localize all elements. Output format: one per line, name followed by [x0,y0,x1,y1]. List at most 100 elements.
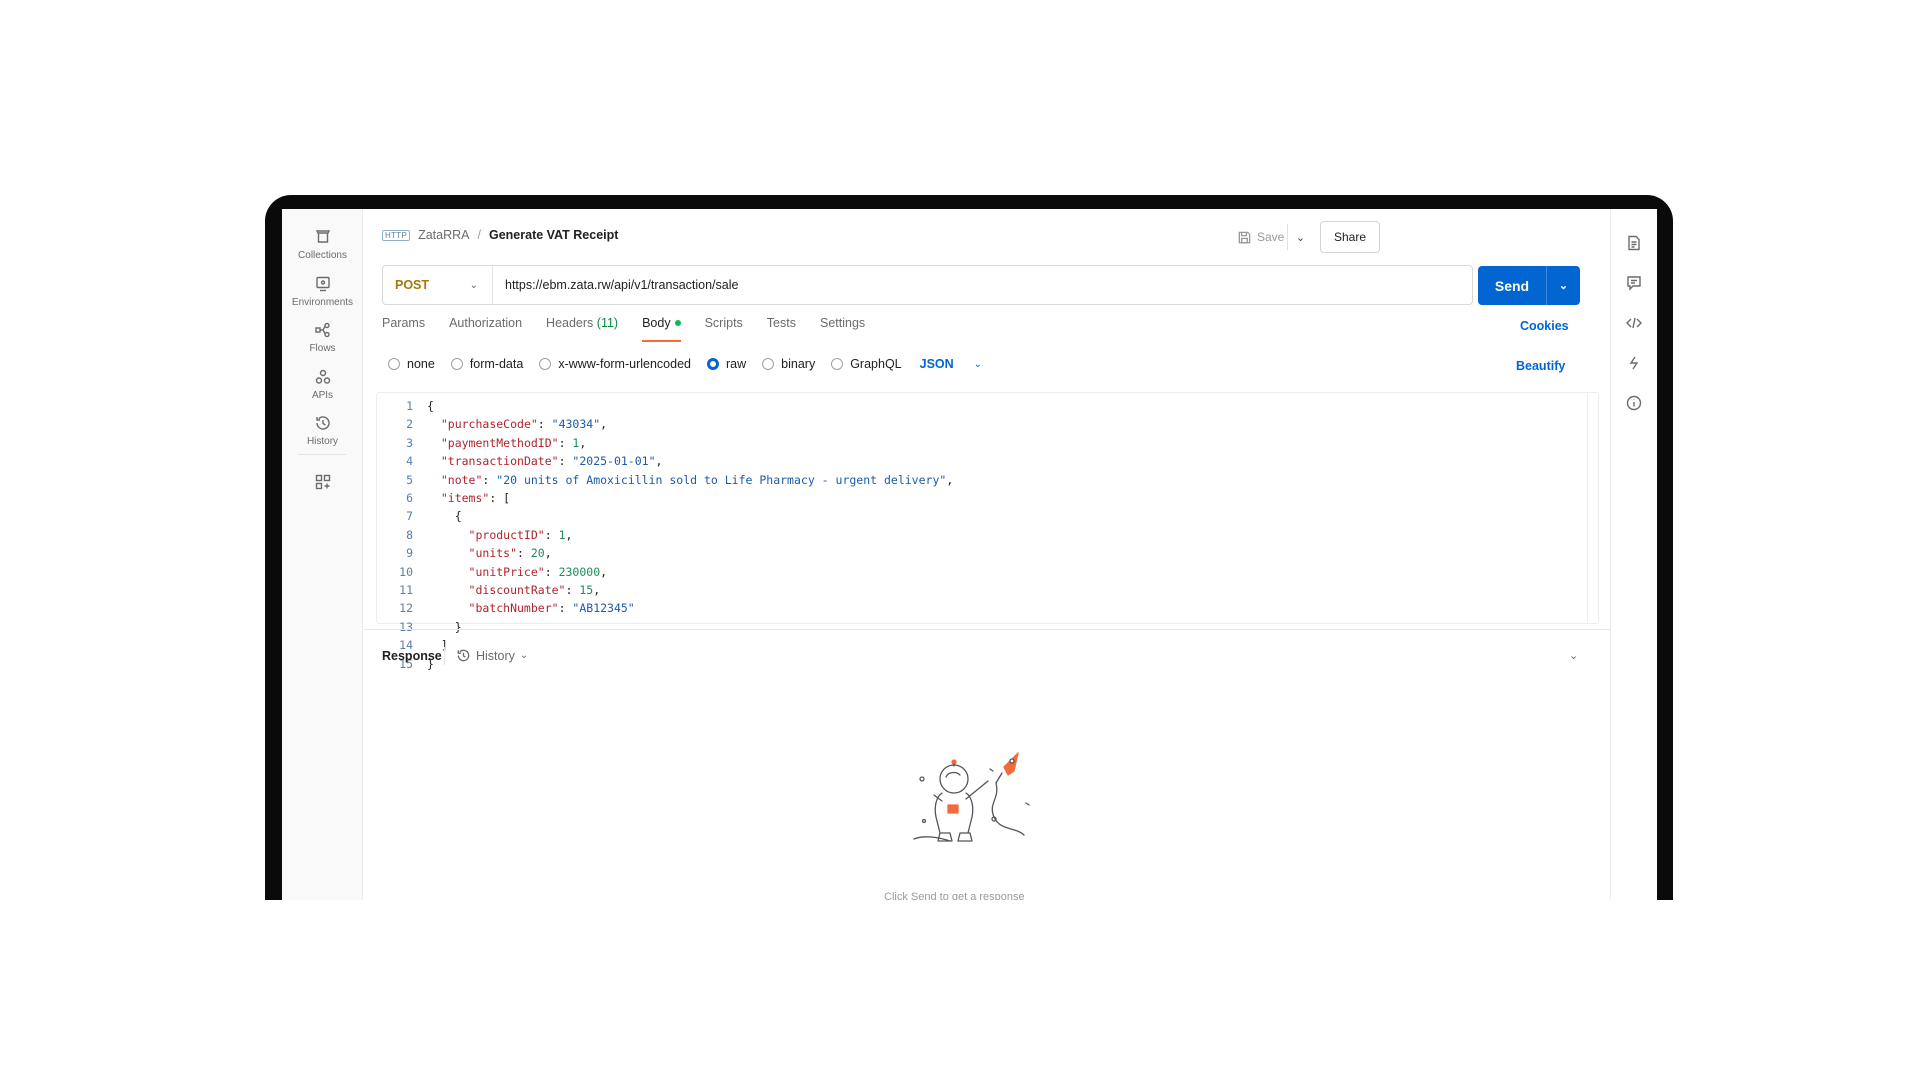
comments-icon[interactable] [1625,274,1643,292]
response-title: Response [382,649,442,663]
body-type-binary[interactable]: binary [762,357,815,371]
beautify-button[interactable]: Beautify [1516,359,1565,373]
json-value: 1 [558,527,566,542]
response-history-dropdown[interactable]: History ⌄ [456,648,528,663]
response-history-label: History [476,648,515,663]
url-input[interactable]: https://ebm.zata.rw/api/v1/transaction/s… [493,278,738,292]
json-key: "batchNumber" [468,601,559,616]
tab-body[interactable]: Body [642,312,681,342]
save-options-button[interactable]: ⌄ [1287,224,1313,250]
flows-icon [314,321,332,339]
json-value: "20 units of Amoxicillin sold to Life Ph… [496,472,947,487]
response-divider[interactable] [364,629,1610,630]
sidebar-item-flows[interactable]: Flows [282,321,363,354]
right-rail [1610,209,1657,900]
json-key: "unitPrice" [468,564,545,579]
radio-button-selected [707,358,719,370]
request-title[interactable]: Generate VAT Receipt [489,228,618,242]
line-number: 3 [406,435,413,450]
code-line: "productID": 1, [468,527,573,542]
sidebar-item-apis[interactable]: APIs [282,368,363,401]
radio-label: none [407,357,435,371]
line-number: 1 [406,399,413,413]
tab-authorization[interactable]: Authorization [449,312,522,342]
tab-params[interactable]: Params [382,312,425,342]
chevron-down-icon: ⌄ [519,650,529,661]
save-icon [1238,231,1251,243]
tab-headers-label: Headers [546,316,594,330]
history-icon [314,414,332,432]
sidebar-divider [298,454,346,455]
sidebar-item-environments[interactable]: Environments [282,275,363,308]
modified-indicator-dot [674,320,681,326]
code-line: } [427,619,462,634]
radio-label: GraphQL [850,357,902,371]
json-key: "discountRate" [468,583,566,598]
collapse-response-chevron-icon[interactable]: ⌄ [1569,649,1578,662]
json-value: 15 [579,583,594,598]
json-key: "paymentMethodID" [440,435,559,450]
sidebar-configure-button[interactable] [282,473,363,495]
code-editor[interactable]: 1 2 3 4 5 6 7 8 9 10 11 12 13 14 15 { "p… [376,392,1599,671]
method-select[interactable]: POST ⌄ [383,266,493,304]
body-type-raw[interactable]: raw [707,357,746,371]
body-type-urlencoded[interactable]: x-www-form-urlencoded [539,357,691,371]
app-window: Collections Environments Flows APIs Hist… [282,209,1657,900]
line-number: 8 [406,527,413,542]
chevron-down-icon: ⌄ [1295,231,1306,244]
line-number: 9 [406,546,413,561]
code-snippet-icon[interactable] [1625,314,1643,332]
body-type-form-data[interactable]: form-data [450,357,524,371]
code-line: "units": 20, [468,546,552,561]
editor-scrollbar[interactable] [1587,393,1588,623]
body-type-graphql[interactable]: GraphQL [831,357,902,371]
code-line: "transactionDate": "2025-01-01", [440,454,663,469]
body-type-none[interactable]: none [388,357,435,371]
method-value: POST [395,278,430,292]
line-number-gutter: 1 2 3 4 5 6 7 8 9 10 11 12 13 14 15 [377,397,413,673]
json-key: "note" [440,472,483,487]
chevron-down-icon: ⌄ [469,279,478,291]
tab-scripts[interactable]: Scripts [705,312,743,342]
tab-settings[interactable]: Settings [820,312,865,342]
json-key: "transactionDate" [440,454,559,469]
send-button[interactable]: Send ⌄ [1478,266,1580,305]
astronaut-illustration [894,749,1044,879]
sidebar-item-label: APIs [311,390,334,401]
breadcrumb-collection[interactable]: ZataRRA [418,228,469,242]
send-options-chevron-icon[interactable]: ⌄ [1546,266,1580,305]
radio-button [831,358,844,370]
json-value: "43034" [551,417,601,432]
sidebar-item-history[interactable]: History [282,414,363,447]
line-number: 11 [399,583,413,598]
code-line: "note": "20 units of Amoxicillin sold to… [440,472,954,487]
json-body: { "purchaseCode": "43034", "paymentMetho… [427,397,953,673]
code-line: { [427,509,462,524]
tab-tests[interactable]: Tests [767,312,796,342]
share-button[interactable]: Share [1320,221,1380,253]
format-select[interactable]: JSON ⌄ [920,357,982,371]
sidebar-item-label: History [306,436,339,447]
json-key: "productID" [468,527,545,542]
json-key: "items" [440,491,490,506]
info-icon[interactable] [1625,394,1643,412]
cookies-link[interactable]: Cookies [1520,319,1569,333]
save-button[interactable]: Save [1237,224,1284,250]
radio-label: raw [726,357,747,371]
breadcrumb: HTTP ZataRRA / Generate VAT Receipt [382,228,618,242]
tab-body-label: Body [642,316,671,330]
radio-label: form-data [469,357,524,371]
left-sidebar: Collections Environments Flows APIs Hist… [282,209,363,900]
tab-headers[interactable]: Headers (11) [546,312,618,342]
apis-icon [314,368,332,386]
sidebar-item-label: Environments [291,297,354,308]
request-editor: HTTP ZataRRA / Generate VAT Receipt Save… [364,209,1610,900]
line-number: 5 [406,472,413,487]
sidebar-item-collections[interactable]: Collections [282,228,363,261]
code-line: "discountRate": 15, [468,583,601,598]
documentation-icon[interactable] [1625,234,1643,252]
radio-label: x-www-form-urlencoded [558,357,691,371]
line-number: 6 [406,491,413,506]
code-line: "purchaseCode": "43034", [440,417,608,432]
related-collections-icon[interactable] [1625,354,1643,372]
